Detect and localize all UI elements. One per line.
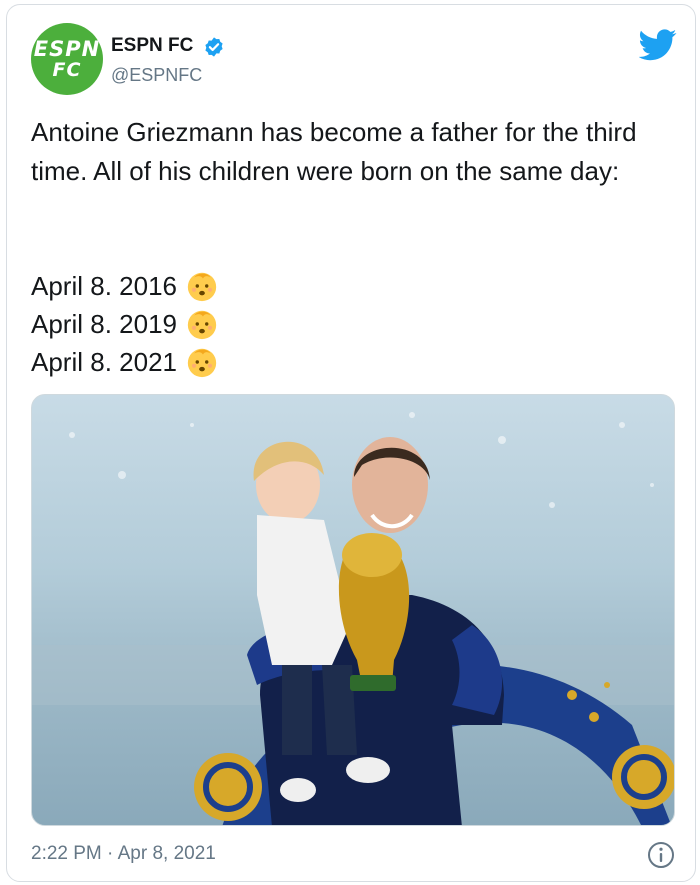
tweet-card: ESPN FC ESPN FC @ESPNFC Antoine Griezman… xyxy=(6,4,696,882)
twitter-bird-icon[interactable] xyxy=(639,29,677,61)
avatar-logo-bottom: FC xyxy=(52,59,82,81)
list-item: April 8. 2021 xyxy=(31,343,671,381)
list-item: April 8. 2016 xyxy=(31,267,671,305)
photo-illustration xyxy=(32,412,674,825)
info-icon[interactable] xyxy=(647,841,675,869)
list-item: April 8. 2019 xyxy=(31,305,671,343)
tweet-text: Antoine Griezmann has become a father fo… xyxy=(31,117,637,186)
baby-face-icon xyxy=(187,272,217,302)
verified-badge-icon xyxy=(205,37,223,57)
baby-face-icon xyxy=(187,348,217,378)
birth-dates-list: April 8. 2016 April 8. 2019 April 8. 202… xyxy=(31,267,671,381)
avatar[interactable]: ESPN FC xyxy=(31,23,103,95)
tweet-photo[interactable] xyxy=(31,394,675,826)
birth-date: April 8. 2019 xyxy=(31,309,177,339)
birth-date: April 8. 2021 xyxy=(31,347,177,377)
birth-date: April 8. 2016 xyxy=(31,271,177,301)
account-name[interactable]: ESPN FC xyxy=(111,35,193,57)
baby-face-icon xyxy=(187,310,217,340)
avatar-logo-top: ESPN xyxy=(33,37,101,61)
account-handle[interactable]: @ESPNFC xyxy=(111,65,202,86)
tweet-timestamp[interactable]: 2:22 PM · Apr 8, 2021 xyxy=(31,843,216,865)
